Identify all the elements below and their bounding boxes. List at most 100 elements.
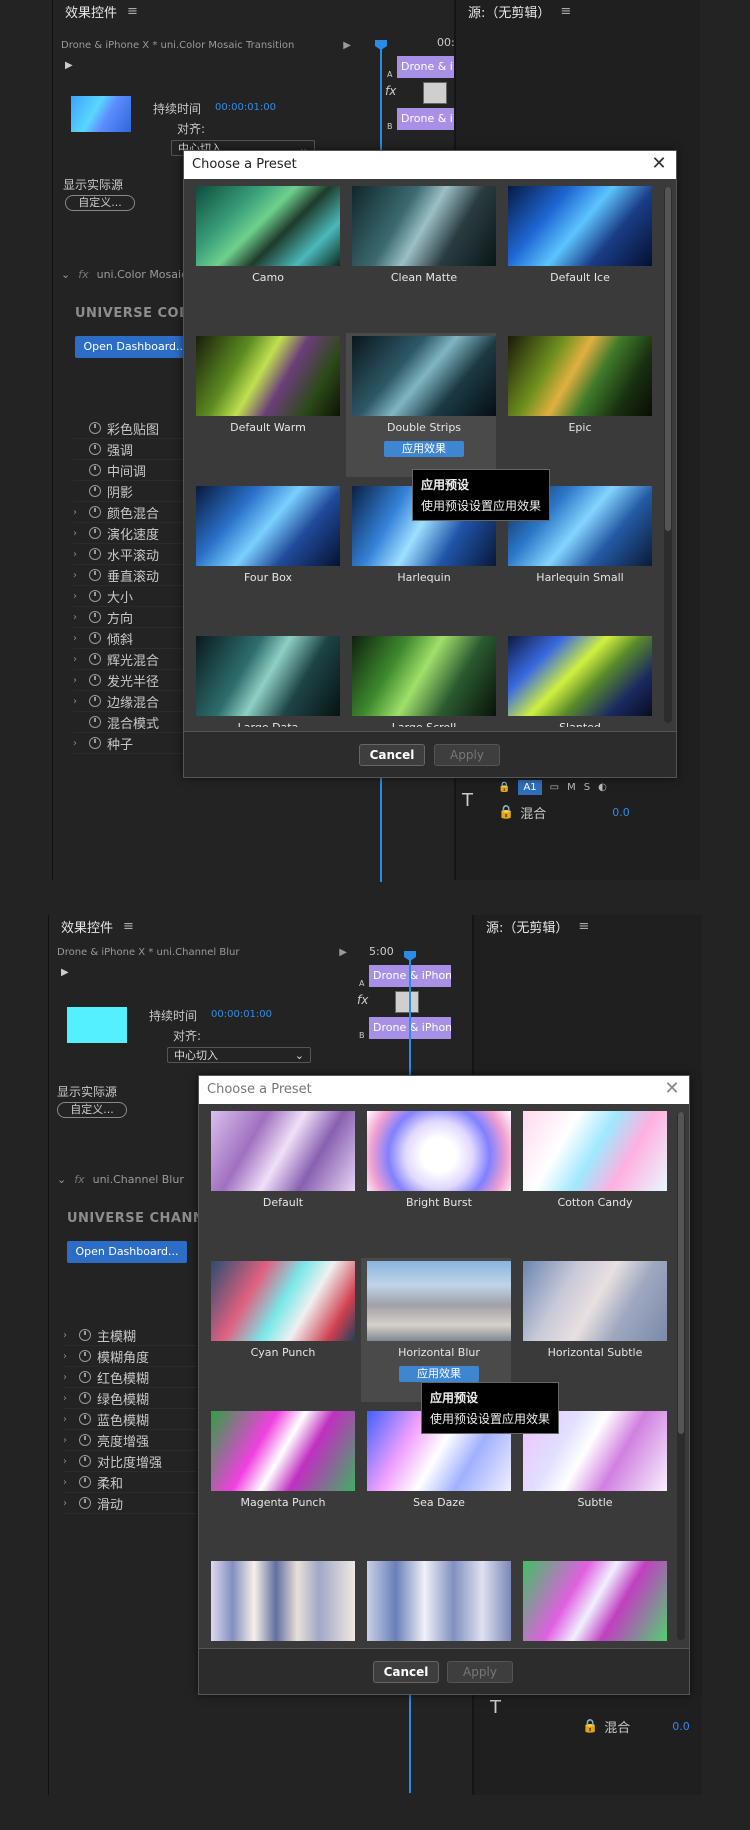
preset-item[interactable]: Horizontal Subtle — [517, 1258, 667, 1402]
stopwatch-icon[interactable] — [89, 527, 101, 539]
stopwatch-icon[interactable] — [89, 716, 101, 728]
expand-chevron-icon[interactable]: › — [73, 528, 89, 539]
fx-row[interactable]: ⌄ fx uni.Channel Blur — [57, 1173, 184, 1186]
expand-chevron-icon[interactable]: › — [63, 1414, 79, 1425]
expand-chevron-icon[interactable]: › — [73, 675, 89, 686]
preset-preview[interactable] — [367, 1561, 511, 1641]
stopwatch-icon[interactable] — [89, 506, 101, 518]
camera-icon[interactable]: ▭ — [550, 782, 559, 793]
preset-item[interactable]: Large Scroll — [346, 633, 496, 727]
duration-value[interactable]: 00:00:01:00 — [215, 102, 276, 113]
preset-preview[interactable] — [196, 186, 340, 266]
expand-chevron-icon[interactable]: › — [73, 738, 89, 749]
stopwatch-icon[interactable] — [89, 464, 101, 476]
fx-row[interactable]: ⌄ fx uni.Color Mosaic T — [61, 268, 197, 281]
transition-block[interactable] — [395, 991, 419, 1013]
panel-menu-icon[interactable]: ≡ — [578, 919, 589, 934]
transition-block[interactable] — [423, 82, 447, 104]
expand-chevron-icon[interactable]: › — [63, 1330, 79, 1341]
align-select[interactable]: 中心切入 ⌄ — [167, 1047, 311, 1063]
panel-menu-icon[interactable]: ≡ — [127, 4, 138, 19]
lock-icon[interactable]: 🔒 — [498, 782, 510, 793]
stopwatch-icon[interactable] — [79, 1434, 91, 1446]
expand-chevron-icon[interactable]: › — [73, 654, 89, 665]
tab-a1[interactable]: A1 — [518, 780, 542, 795]
play-icon[interactable]: ▶ — [65, 60, 73, 71]
preset-item[interactable]: Default Ice — [502, 183, 652, 327]
preset-preview[interactable] — [523, 1261, 667, 1341]
stopwatch-icon[interactable] — [79, 1350, 91, 1362]
stopwatch-icon[interactable] — [89, 632, 101, 644]
type-tool-icon[interactable]: T — [490, 1697, 501, 1718]
cancel-button[interactable]: Cancel — [359, 744, 425, 766]
preset-item[interactable]: Four Box — [190, 483, 340, 627]
open-dashboard-button[interactable]: Open Dashboard... — [67, 1241, 187, 1263]
preset-item[interactable]: Epic — [502, 333, 652, 477]
preset-preview[interactable] — [211, 1261, 355, 1341]
preset-item[interactable]: Cotton Candy — [517, 1108, 667, 1252]
stopwatch-icon[interactable] — [89, 422, 101, 434]
preset-item[interactable]: Clean Matte — [346, 183, 496, 327]
stopwatch-icon[interactable] — [79, 1497, 91, 1509]
preset-preview[interactable] — [352, 636, 496, 716]
cancel-button[interactable]: Cancel — [373, 1661, 439, 1683]
expand-chevron-icon[interactable]: › — [73, 633, 89, 644]
stopwatch-icon[interactable] — [89, 611, 101, 623]
apply-effect-button[interactable]: 应用效果 — [399, 1366, 479, 1382]
preset-item[interactable]: Vertical Blur — [205, 1558, 355, 1644]
preset-item[interactable]: Cyan Punch — [205, 1258, 355, 1402]
stopwatch-icon[interactable] — [79, 1392, 91, 1404]
play-icon[interactable]: ▶ — [61, 967, 69, 978]
dialog-scrollbar[interactable] — [677, 1112, 685, 1640]
stopwatch-icon[interactable] — [89, 674, 101, 686]
preset-preview[interactable] — [523, 1561, 667, 1641]
open-dashboard-button[interactable]: Open Dashboard... — [75, 336, 195, 358]
stopwatch-icon[interactable] — [89, 443, 101, 455]
close-icon[interactable]: ✕ — [661, 1078, 683, 1100]
preset-item[interactable]: Large Data — [190, 633, 340, 727]
apply-button[interactable]: Apply — [447, 1661, 513, 1683]
preset-item[interactable]: Default — [205, 1108, 355, 1252]
preset-preview[interactable] — [211, 1561, 355, 1641]
stopwatch-icon[interactable] — [89, 695, 101, 707]
stopwatch-icon[interactable] — [79, 1329, 91, 1341]
scroll-thumb[interactable] — [665, 187, 671, 531]
preset-item[interactable]: Watermelon — [517, 1558, 667, 1644]
preset-preview[interactable] — [211, 1111, 355, 1191]
expand-chevron-icon[interactable]: › — [63, 1393, 79, 1404]
lock-icon[interactable]: 🔒 — [582, 1719, 598, 1734]
preset-preview[interactable] — [367, 1111, 511, 1191]
expand-chevron-icon[interactable]: › — [63, 1435, 79, 1446]
stopwatch-icon[interactable] — [79, 1413, 91, 1425]
expand-chevron-icon[interactable]: › — [63, 1498, 79, 1509]
chevron-down-icon[interactable]: ⌄ — [61, 268, 70, 281]
expand-chevron-icon[interactable]: › — [73, 591, 89, 602]
stopwatch-icon[interactable] — [79, 1455, 91, 1467]
preset-item[interactable]: Magenta Punch — [205, 1408, 355, 1552]
expand-chevron-icon[interactable]: › — [73, 549, 89, 560]
preset-preview[interactable] — [352, 186, 496, 266]
expand-chevron-icon[interactable]: › — [73, 696, 89, 707]
preset-preview[interactable] — [196, 636, 340, 716]
custom-button[interactable]: 自定义... — [57, 1102, 127, 1118]
expand-chevron-icon[interactable]: › — [63, 1477, 79, 1488]
stopwatch-icon[interactable] — [89, 548, 101, 560]
stopwatch-icon[interactable] — [79, 1371, 91, 1383]
expand-chevron-icon[interactable]: › — [63, 1372, 79, 1383]
mic-icon[interactable]: ◐ — [598, 782, 607, 793]
expand-chevron-icon[interactable]: › — [63, 1351, 79, 1362]
preset-preview[interactable] — [508, 186, 652, 266]
preset-item[interactable]: Bright Burst — [361, 1108, 511, 1252]
panel-menu-icon[interactable]: ≡ — [123, 919, 134, 934]
dialog-scrollbar[interactable] — [664, 187, 672, 723]
preset-preview[interactable] — [367, 1261, 511, 1341]
preset-item[interactable]: Default Warm — [190, 333, 340, 477]
expand-chevron-icon[interactable]: › — [63, 1456, 79, 1467]
apply-effect-button[interactable]: 应用效果 — [384, 441, 464, 457]
stopwatch-icon[interactable] — [89, 590, 101, 602]
preset-preview[interactable] — [352, 336, 496, 416]
panel-menu-icon[interactable]: ≡ — [560, 4, 571, 19]
preset-item[interactable]: Double Strips 应用效果 — [346, 333, 496, 477]
preset-preview[interactable] — [211, 1411, 355, 1491]
expand-chevron-icon[interactable]: › — [73, 612, 89, 623]
